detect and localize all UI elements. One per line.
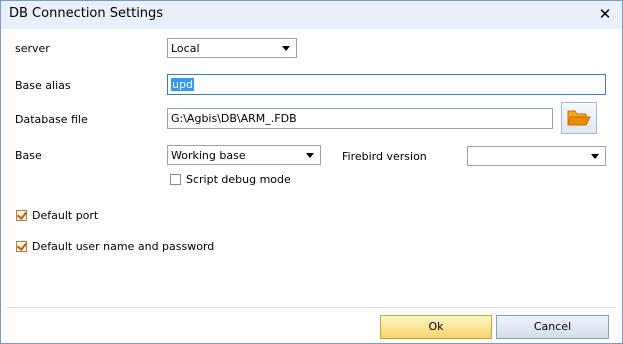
base-alias-input[interactable]: upd bbox=[167, 74, 606, 95]
ok-button[interactable]: Ok bbox=[380, 315, 492, 339]
chevron-down-icon bbox=[591, 154, 599, 159]
server-label: server bbox=[15, 42, 50, 55]
browse-file-button[interactable] bbox=[561, 102, 597, 134]
dialog-title: DB Connection Settings bbox=[9, 6, 164, 21]
default-port-checkbox[interactable] bbox=[16, 210, 27, 221]
server-dropdown[interactable]: Local bbox=[167, 38, 297, 58]
close-icon[interactable]: ✕ bbox=[596, 5, 614, 23]
base-alias-label: Base alias bbox=[15, 79, 71, 92]
database-file-label: Database file bbox=[15, 113, 88, 126]
cancel-button[interactable]: Cancel bbox=[496, 315, 609, 339]
firebird-version-dropdown[interactable] bbox=[467, 146, 606, 166]
base-label: Base bbox=[15, 149, 42, 162]
database-file-value: G:\Agbis\DB\ARM_.FDB bbox=[171, 112, 297, 125]
folder-open-icon bbox=[567, 110, 591, 126]
default-user-checkbox[interactable] bbox=[16, 241, 27, 252]
chevron-down-icon bbox=[282, 46, 290, 51]
base-value: Working base bbox=[171, 149, 246, 162]
server-value: Local bbox=[171, 42, 200, 55]
database-file-input[interactable]: G:\Agbis\DB\ARM_.FDB bbox=[167, 108, 553, 129]
default-user-label: Default user name and password bbox=[32, 240, 215, 253]
script-debug-mode-checkbox[interactable] bbox=[170, 174, 181, 185]
default-port-label: Default port bbox=[32, 209, 99, 222]
db-connection-settings-dialog: DB Connection Settings ✕ server Local Ba… bbox=[0, 0, 623, 344]
base-alias-value: upd bbox=[171, 78, 194, 91]
titlebar: DB Connection Settings ✕ bbox=[1, 1, 622, 29]
chevron-down-icon bbox=[306, 153, 314, 158]
divider bbox=[7, 307, 616, 308]
base-dropdown[interactable]: Working base bbox=[167, 145, 321, 165]
script-debug-mode-label: Script debug mode bbox=[186, 173, 291, 186]
firebird-version-label: Firebird version bbox=[342, 150, 427, 163]
